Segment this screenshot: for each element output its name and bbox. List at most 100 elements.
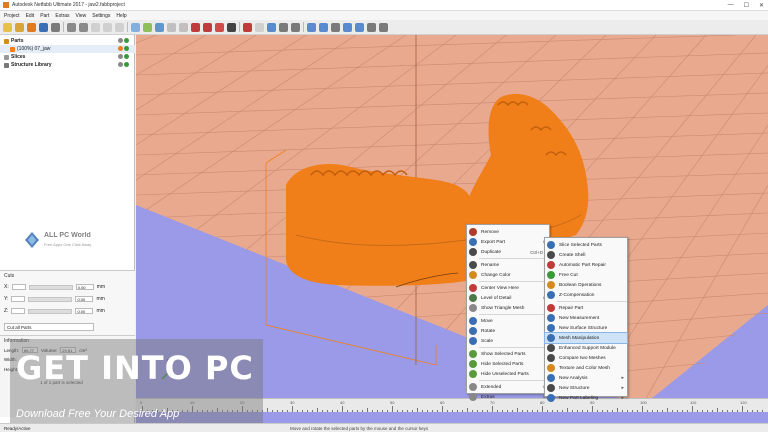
tree-item-slices[interactable]: Slices <box>0 53 135 61</box>
menu-item-mesh-manipulation[interactable]: Mesh Manipulation <box>544 332 628 344</box>
menu-item-move[interactable]: Move <box>467 316 549 326</box>
open-project-icon[interactable] <box>15 22 24 32</box>
cut-y-slider[interactable] <box>28 296 73 302</box>
settings-icon[interactable] <box>255 22 264 32</box>
cut-tool-icon[interactable] <box>203 22 212 32</box>
menu-item-center-view-here[interactable]: Center View Here <box>467 283 549 293</box>
view-iso-icon[interactable] <box>355 22 364 32</box>
menu-item-enhanced-support-module[interactable]: Enhanced Support Module <box>545 343 627 353</box>
add-part-icon[interactable] <box>27 22 36 32</box>
zoom-selection-icon[interactable] <box>379 22 388 32</box>
menu-item-new-analysis[interactable]: New Analysis ▸ <box>545 373 627 383</box>
menu-item-icon <box>547 304 555 312</box>
menu-item-texture-and-color-mesh[interactable]: Texture and Color Mesh <box>545 363 627 373</box>
menu-item-remove[interactable]: Remove <box>467 227 549 237</box>
view-bottom-icon[interactable] <box>319 22 328 32</box>
analysis-icon[interactable] <box>215 22 224 32</box>
ruler-tick <box>582 410 583 412</box>
menu-item-rename[interactable]: Rename <box>467 260 549 270</box>
undo-icon[interactable] <box>67 22 76 32</box>
cut-z-toggle[interactable] <box>11 308 26 314</box>
menu-item-extended[interactable]: Extended▸ <box>467 382 549 392</box>
cut-x-value[interactable]: 0.00 <box>75 284 94 290</box>
view-icon[interactable] <box>267 22 276 32</box>
zoom-fit-icon[interactable] <box>367 22 376 32</box>
menu-item-icon <box>547 241 555 249</box>
redo-icon[interactable] <box>79 22 88 32</box>
tree-item-structure-library[interactable]: Structure Library <box>0 61 135 69</box>
rotate-icon[interactable] <box>155 22 164 32</box>
cut-y-toggle[interactable] <box>11 296 26 302</box>
menu-item-new-surface-structure[interactable]: New Surface Structure <box>545 323 627 333</box>
menu-item-icon <box>547 334 555 342</box>
slice-icon[interactable] <box>227 22 236 32</box>
menu-part[interactable]: Part <box>40 13 49 19</box>
cut-y-value[interactable]: 0.00 <box>75 296 94 302</box>
menu-help[interactable]: Help <box>116 13 126 19</box>
menu-item-level-of-detail[interactable]: Level of Detail▸ <box>467 293 549 303</box>
copy-icon[interactable] <box>103 22 112 32</box>
menu-item-new-part-labeling[interactable]: New Part Labeling ▸ <box>545 393 627 403</box>
menu-item-repair-part[interactable]: Repair Part <box>545 303 627 313</box>
menu-item-duplicate[interactable]: Duplicate Ctrl+D <box>467 247 549 257</box>
tree-item-parts[interactable]: Parts <box>0 37 135 45</box>
cut-x-slider[interactable] <box>28 284 73 290</box>
cut-z-slider[interactable] <box>28 308 73 314</box>
menu-item-hide-selected-parts[interactable]: Hide Selected Parts <box>467 359 549 369</box>
ruler-label: 50 <box>390 400 395 405</box>
repair-icon[interactable] <box>191 22 200 32</box>
cut-x-toggle[interactable] <box>11 284 26 290</box>
view-top-icon[interactable] <box>307 22 316 32</box>
tree-item-part[interactable]: (100%) 07_jaw <box>0 45 135 53</box>
select-icon[interactable] <box>131 22 140 32</box>
menu-item-rotate[interactable]: Rotate <box>467 326 549 336</box>
color-icon[interactable] <box>118 46 123 51</box>
measure-icon[interactable] <box>243 22 252 32</box>
menu-item-create-shell[interactable]: Create Shell <box>545 250 627 260</box>
cut-icon[interactable] <box>91 22 100 32</box>
minimize-button[interactable]: — <box>728 2 734 9</box>
view-back-icon[interactable] <box>291 22 300 32</box>
save-icon[interactable] <box>39 22 48 32</box>
menu-item-show-triangle-mesh[interactable]: Show Triangle Mesh <box>467 303 549 313</box>
menu-settings[interactable]: Settings <box>92 13 110 19</box>
menu-item-boolean-operations[interactable]: Boolean Operations <box>545 280 627 290</box>
menu-item-change-color[interactable]: Change Color <box>467 270 549 280</box>
view-front-icon[interactable] <box>279 22 288 32</box>
ruler-tick <box>437 410 438 412</box>
menu-item-slice-selected-parts[interactable]: Slice Selected Parts <box>545 240 627 250</box>
pan-icon[interactable] <box>179 22 188 32</box>
menu-item-automatic-part-repair[interactable]: Automatic Part Repair <box>545 260 627 270</box>
visibility-icon[interactable] <box>118 38 123 43</box>
menu-item-compare-two-meshes[interactable]: Compare two Meshes <box>545 353 627 363</box>
menu-item-extras[interactable]: Extras ▸ <box>467 392 549 402</box>
menu-extras[interactable]: Extras <box>55 13 69 19</box>
menu-item-icon <box>469 317 477 325</box>
view-right-icon[interactable] <box>343 22 352 32</box>
menu-item-show-selected-parts[interactable]: Show Selected Parts <box>467 349 549 359</box>
menu-item-scale[interactable]: Scale <box>467 336 549 346</box>
menu-edit[interactable]: Edit <box>26 13 35 19</box>
menu-item-export-part[interactable]: Export Part▸ <box>467 237 549 247</box>
move-icon[interactable] <box>143 22 152 32</box>
context-menu: Remove Export Part▸ Duplicate Ctrl+D Rename C… <box>466 224 550 401</box>
cut-z-value[interactable]: 0.00 <box>75 308 94 314</box>
zoom-icon[interactable] <box>167 22 176 32</box>
close-button[interactable]: ✕ <box>759 2 764 9</box>
cut-mode-select[interactable]: Cut all Parts <box>4 323 94 331</box>
menu-item-free-cut[interactable]: Free Cut <box>545 270 627 280</box>
new-project-icon[interactable] <box>3 22 12 32</box>
menu-item-new-structure[interactable]: New Structure ▸ <box>545 383 627 393</box>
maximize-button[interactable]: ☐ <box>744 2 749 9</box>
paste-icon[interactable] <box>115 22 124 32</box>
menu-project[interactable]: Project <box>4 13 20 19</box>
menu-view[interactable]: View <box>76 13 87 19</box>
visibility-icon[interactable] <box>118 62 123 67</box>
status-message: Move and rotate the selected parts by th… <box>290 426 429 431</box>
menu-item-new-measurement[interactable]: New Measurement <box>545 313 627 323</box>
visibility-icon[interactable] <box>118 54 123 59</box>
view-left-icon[interactable] <box>331 22 340 32</box>
print-icon[interactable] <box>51 22 60 32</box>
menu-item-z-compensation[interactable]: Z-Compensation <box>545 290 627 300</box>
menu-item-hide-unselected-parts[interactable]: Hide Unselected Parts <box>467 369 549 379</box>
